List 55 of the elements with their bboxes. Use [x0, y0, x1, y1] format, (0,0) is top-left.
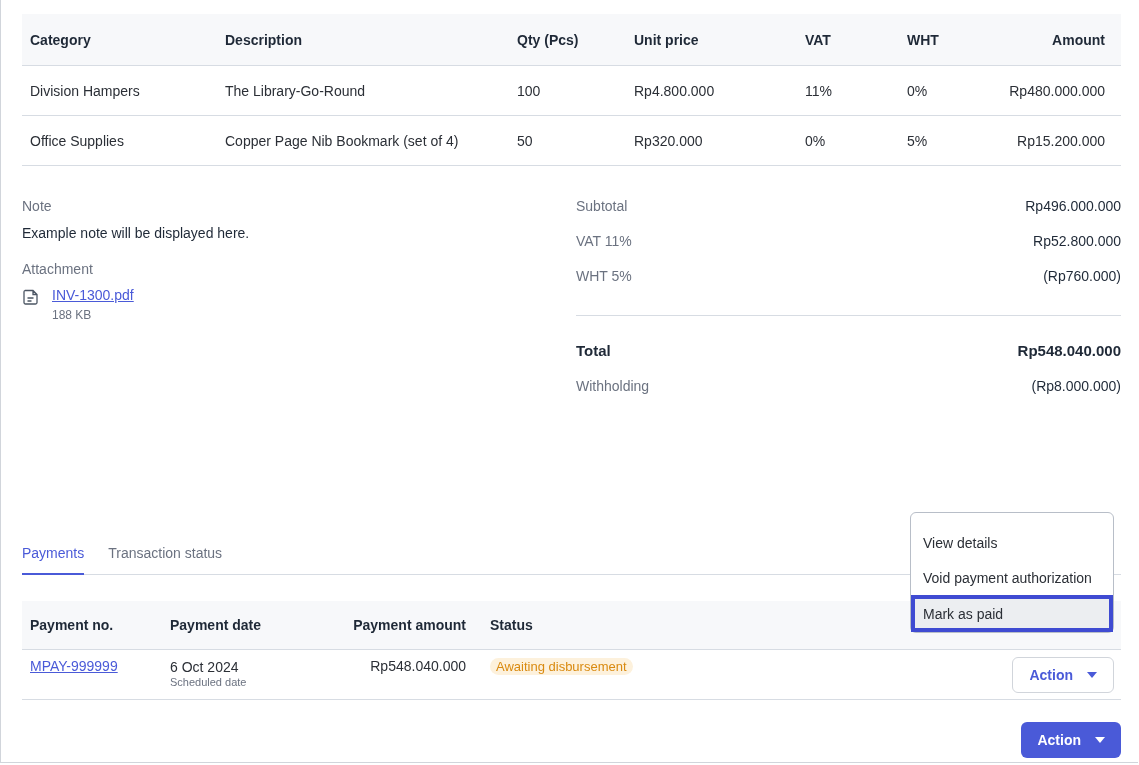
menu-item[interactable]: Void payment authorization	[911, 560, 1113, 595]
note-label: Note	[22, 198, 53, 214]
column-header: WHT	[907, 31, 939, 48]
table-cell: Rp320.000	[634, 132, 703, 149]
tab[interactable]: Payments	[22, 545, 85, 575]
caret-icon	[1087, 672, 1097, 678]
column-header: Unit price	[634, 31, 699, 48]
table-cell: 100	[517, 82, 541, 99]
table-cell: 0%	[805, 132, 826, 149]
action-button[interactable]: Action	[1012, 657, 1114, 693]
table-cell: Rp480.000.000	[1009, 82, 1105, 99]
summary-value: (Rp8.000.000)	[1031, 378, 1121, 396]
table-cell: Office Supplies	[30, 132, 124, 149]
document-icon	[22, 288, 40, 306]
file-link[interactable]: INV-1300.pdf	[52, 287, 134, 303]
attachment-label: Attachment	[22, 261, 94, 277]
menu-item[interactable]: Mark as paid	[911, 595, 1113, 632]
status-badge: Awaiting disbursement	[490, 658, 633, 675]
table-cell: 50	[517, 132, 533, 149]
caret-icon	[1095, 737, 1105, 743]
summary-label: Withholding	[576, 378, 650, 396]
summary-label: Subtotal	[576, 198, 628, 216]
summary-label: VAT 11%	[576, 233, 632, 251]
column-header: Qty (Pcs)	[517, 31, 579, 48]
column-header: Status	[490, 617, 533, 633]
summary-value: (Rp760.000)	[1043, 268, 1121, 286]
table-cell: 11%	[805, 82, 832, 99]
tab[interactable]: Transaction status	[108, 545, 223, 575]
table-cell: Division Hampers	[30, 82, 140, 99]
table-cell: 5%	[907, 132, 928, 149]
date-note: Scheduled date	[170, 676, 248, 688]
table-cell: Copper Page Nib Bookmark (set of 4)	[225, 132, 459, 149]
column-header: Amount	[1052, 31, 1105, 48]
column-header: Description	[225, 31, 302, 48]
payment-link[interactable]: MPAY-999999	[30, 658, 118, 674]
action-button[interactable]: Action	[1021, 722, 1121, 758]
menu-item[interactable]: View details	[911, 525, 1113, 560]
table-cell: Rp15.200.000	[1017, 132, 1105, 149]
column-header: Payment amount	[353, 617, 466, 633]
total-label: Total	[576, 342, 611, 361]
total-value: Rp548.040.000	[1017, 342, 1121, 361]
column-header: Payment date	[170, 617, 262, 633]
summary-value: Rp52.800.000	[1033, 233, 1121, 251]
summary-value: Rp496.000.000	[1025, 198, 1121, 216]
file-size: 188 KB	[52, 308, 93, 322]
column-header: Payment no.	[30, 617, 114, 633]
note-text: Example note will be displayed here.	[22, 225, 251, 241]
column-header: VAT	[805, 31, 831, 48]
table-cell: Rp4.800.000	[634, 82, 715, 99]
table-cell-text: 6 Oct 2024	[170, 658, 240, 676]
table-cell: Rp548.040.000	[370, 658, 466, 674]
table-cell: 0%	[907, 82, 928, 99]
table-cell: The Library-Go-Round	[225, 82, 366, 99]
column-header: Category	[30, 31, 91, 48]
summary-label: WHT 5%	[576, 268, 632, 286]
